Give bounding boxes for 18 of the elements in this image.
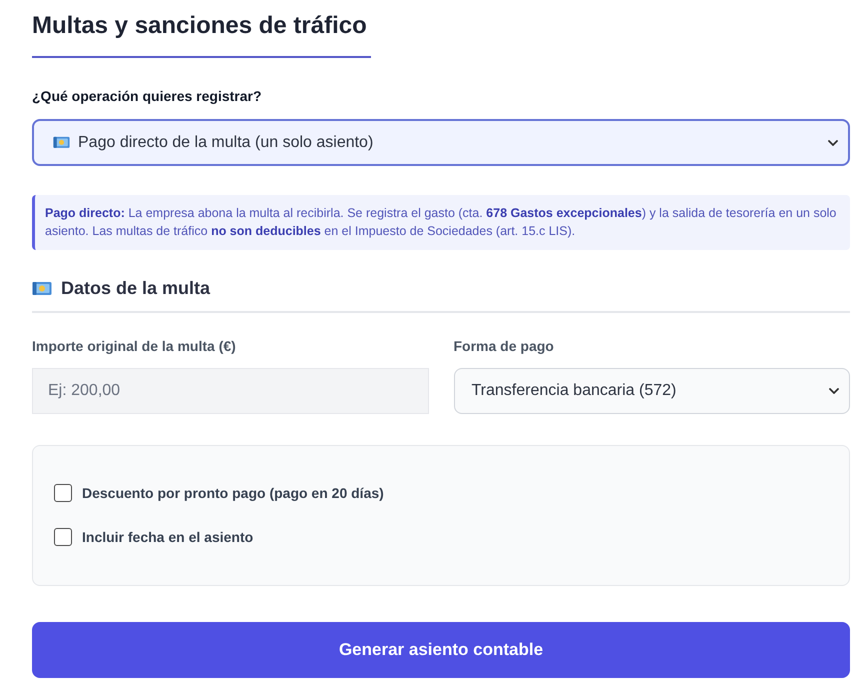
operation-label: ¿Qué operación quieres registrar?	[32, 88, 262, 105]
field-label: Forma de pago	[454, 338, 554, 355]
chevron-down-icon	[828, 140, 838, 146]
info-note: Pago directo: La empresa abona la multa al recibirla. Se registra el gasto (cta. 678 Gastos excepcionales) y la salida de tesorería en un solo asiento. Las multas de tráfico no son deducibles en el Impuesto de Sociedades (art. 15.c LIS).	[32, 195, 850, 250]
checkbox[interactable]	[54, 528, 72, 546]
checkbox-label: Incluir fecha en el asiento	[82, 529, 254, 545]
banknote-icon	[32, 280, 52, 296]
amount-input[interactable]: Ej: 200,00	[32, 368, 428, 414]
section-title: Datos de la multa	[61, 277, 210, 299]
banknote-icon	[53, 136, 70, 149]
generate-button[interactable]: Generar asiento contable	[32, 622, 850, 678]
checkbox-label: Descuento por pronto pago (pago en 20 días)	[82, 485, 384, 501]
payment-select[interactable]: Transferencia bancaria (572)	[454, 368, 850, 414]
checkbox[interactable]	[54, 484, 72, 502]
operation-select[interactable]: Pago directo de la multa (un solo asiento)	[32, 119, 850, 166]
page-title: Multas y sanciones de tráfico	[32, 10, 371, 58]
chevron-down-icon	[829, 388, 839, 394]
field-label: Importe original de la multa (€)	[32, 338, 236, 355]
